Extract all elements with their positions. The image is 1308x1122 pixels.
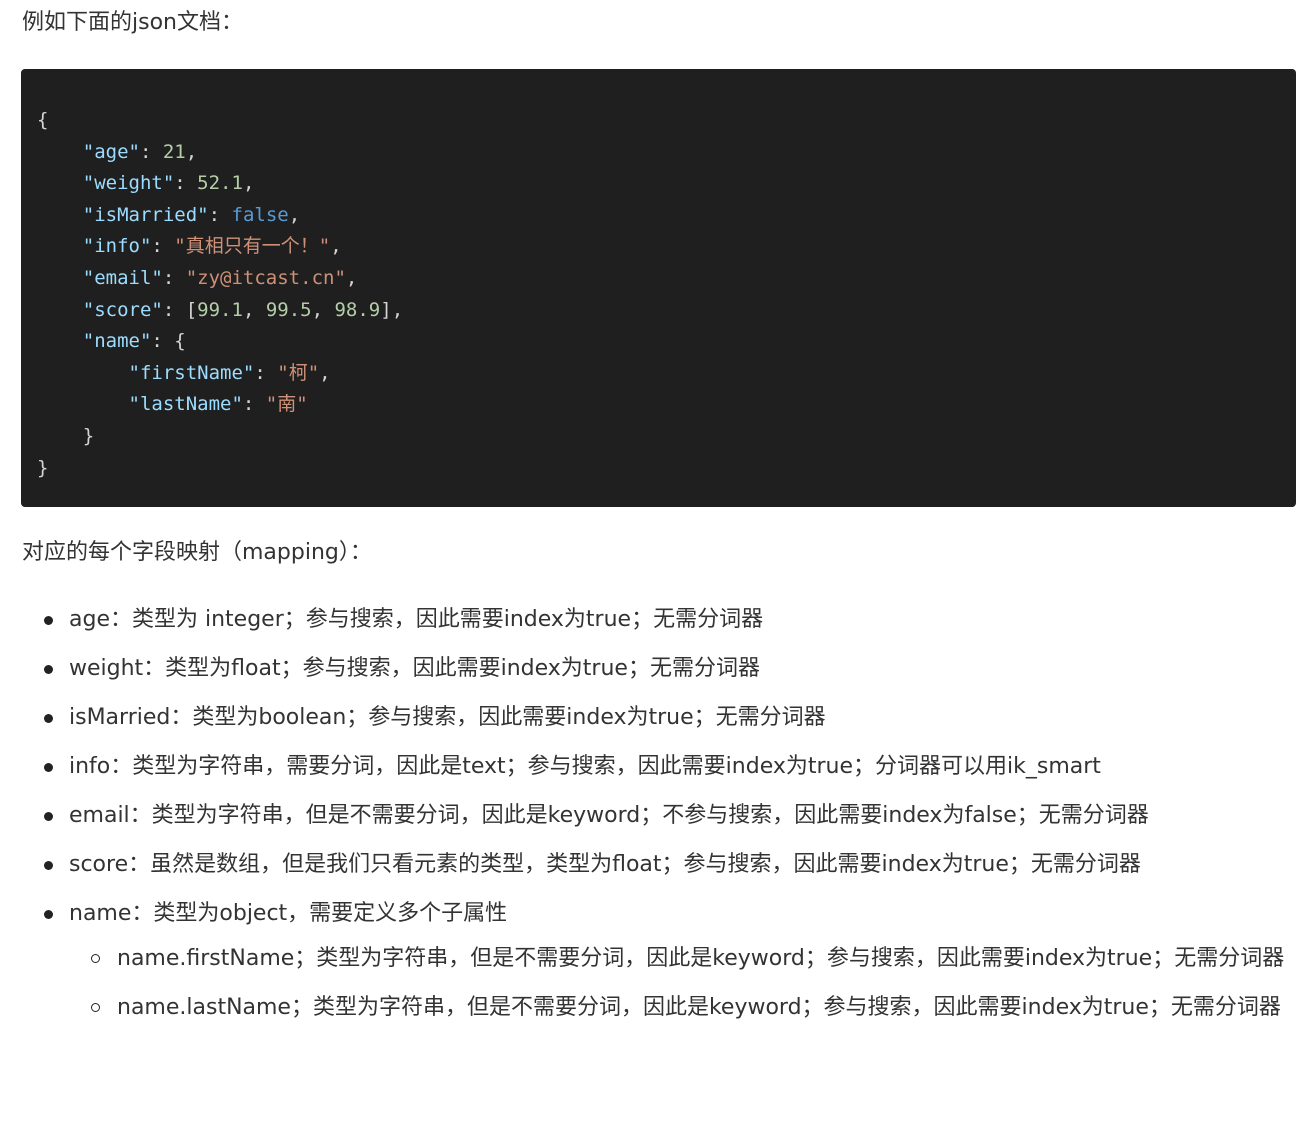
code-number: 99.1 <box>197 298 243 321</box>
list-item: weight：类型为float；参与搜索，因此需要index为true；无需分词… <box>0 652 1308 701</box>
code-key: "lastName" <box>128 393 243 416</box>
code-line: "lastName": "南" <box>128 393 308 416</box>
json-code-block: { "age": 21, "weight": 52.1, "isMarried"… <box>21 69 1296 507</box>
list-item: info：类型为字符串，需要分词，因此是text；参与搜索，因此需要index为… <box>0 750 1308 799</box>
code-line: "isMarried": false, <box>82 203 301 226</box>
code-string: "真相只有一个！" <box>174 235 331 258</box>
hollow-bullet-icon <box>91 1003 100 1012</box>
bullet-icon <box>44 616 53 625</box>
code-key: "info" <box>82 235 152 258</box>
intro-paragraph: 例如下面的json文档： <box>22 10 243 35</box>
list-item: email：类型为字符串，但是不需要分词，因此是keyword；不参与搜索，因此… <box>0 799 1308 848</box>
code-line: "firstName": "柯", <box>128 361 331 384</box>
mapping-heading: 对应的每个字段映射（mapping）： <box>22 540 372 565</box>
list-item: isMarried：类型为boolean；参与搜索，因此需要index为true… <box>0 701 1308 750</box>
code-line: "score": [99.1, 99.5, 98.9], <box>82 298 404 321</box>
code-key: "score" <box>82 298 163 321</box>
code-line: { <box>37 105 1296 137</box>
list-item: name：类型为object，需要定义多个子属性 <box>0 897 1308 931</box>
list-item: score：虽然是数组，但是我们只看元素的类型，类型为float；参与搜索，因此… <box>0 848 1308 897</box>
code-line: "age": 21, <box>82 140 198 163</box>
code-key: "age" <box>82 140 140 163</box>
bullet-icon <box>44 812 53 821</box>
name-sub-list: name.firstName；类型为字符串，但是不需要分词，因此是keyword… <box>0 938 1308 1036</box>
mapping-list: age：类型为 integer；参与搜索，因此需要index为true；无需分词… <box>0 603 1308 931</box>
code-line: } <box>37 421 1296 453</box>
list-item-text: isMarried：类型为boolean；参与搜索，因此需要index为true… <box>69 705 826 730</box>
list-item-text: email：类型为字符串，但是不需要分词，因此是keyword；不参与搜索，因此… <box>69 803 1149 828</box>
list-item-text: score：虽然是数组，但是我们只看元素的类型，类型为float；参与搜索，因此… <box>69 852 1141 877</box>
code-number: 21 <box>162 140 186 163</box>
code-brace: { <box>37 109 49 131</box>
bullet-icon <box>44 714 53 723</box>
bullet-icon <box>44 861 53 870</box>
code-brace: } <box>82 424 95 447</box>
hollow-bullet-icon <box>91 954 100 963</box>
code-string: "柯" <box>277 361 320 384</box>
bullet-icon <box>44 910 53 919</box>
bullet-icon <box>44 763 53 772</box>
code-line: "info": "真相只有一个！", <box>82 235 342 258</box>
sub-list-item-text: name.firstName；类型为字符串，但是不需要分词，因此是keyword… <box>117 946 1285 971</box>
sub-list-item: name.firstName；类型为字符串，但是不需要分词，因此是keyword… <box>0 938 1308 980</box>
code-line: "weight": 52.1, <box>82 172 255 195</box>
list-item-text: name：类型为object，需要定义多个子属性 <box>69 901 508 926</box>
list-item-text: info：类型为字符串，需要分词，因此是text；参与搜索，因此需要index为… <box>69 754 1101 779</box>
list-item-text: age：类型为 integer；参与搜索，因此需要index为true；无需分词… <box>69 607 764 632</box>
sub-list-item: name.lastName；类型为字符串，但是不需要分词，因此是keyword；… <box>0 987 1308 1029</box>
code-brace: } <box>37 456 49 479</box>
bullet-icon <box>44 665 53 674</box>
code-key: "weight" <box>82 172 175 195</box>
code-line: "email": "zy@itcast.cn", <box>82 266 358 289</box>
code-boolean: false <box>231 203 289 226</box>
code-key: "isMarried" <box>82 203 209 226</box>
code-line: "name": { <box>82 330 186 353</box>
code-key: "firstName" <box>128 361 255 384</box>
code-key: "email" <box>82 266 163 289</box>
code-string: "zy@itcast.cn" <box>185 266 346 289</box>
code-number: 52.1 <box>197 172 243 195</box>
code-string: "南" <box>265 393 308 416</box>
code-key: "name" <box>82 330 152 353</box>
sub-list-item-text: name.lastName；类型为字符串，但是不需要分词，因此是keyword；… <box>117 995 1281 1020</box>
code-number: 99.5 <box>265 298 312 321</box>
list-item: age：类型为 integer；参与搜索，因此需要index为true；无需分词… <box>0 603 1308 652</box>
code-number: 98.9 <box>334 298 381 321</box>
code-line: } <box>37 453 1296 485</box>
list-item-text: weight：类型为float；参与搜索，因此需要index为true；无需分词… <box>69 656 760 681</box>
